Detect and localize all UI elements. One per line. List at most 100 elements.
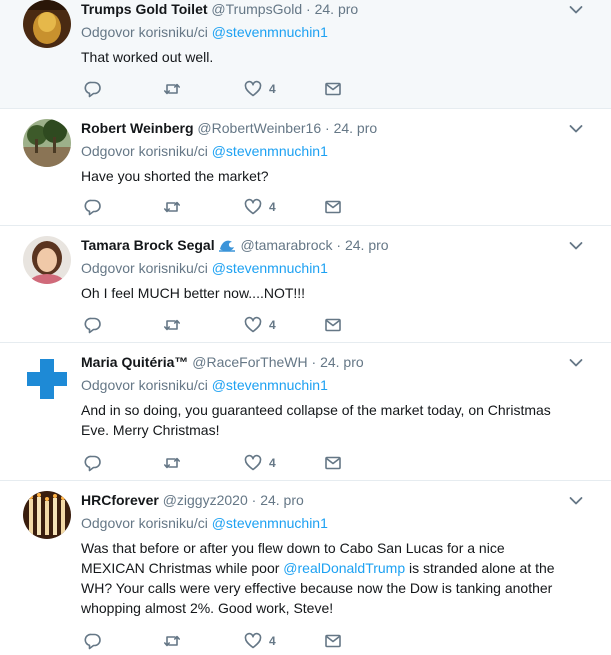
reply-icon bbox=[84, 317, 101, 334]
reply-prefix: Odgovor korisniku/ci bbox=[81, 143, 208, 159]
retweet-button[interactable] bbox=[163, 632, 181, 650]
direct-message-button[interactable] bbox=[324, 198, 342, 216]
reply-mention-link[interactable]: @stevenmnuchin1 bbox=[212, 260, 328, 276]
like-count: 4 bbox=[269, 200, 276, 214]
separator: · bbox=[311, 354, 317, 370]
tweet-card[interactable]: Maria Quitéria™ @RaceForTheWH · 24. pro … bbox=[0, 343, 611, 481]
reply-mention-link[interactable]: @stevenmnuchin1 bbox=[212, 377, 328, 393]
reply-mention-link[interactable]: @stevenmnuchin1 bbox=[212, 24, 328, 40]
tweet-date[interactable]: 24. pro bbox=[320, 354, 364, 370]
envelope-icon bbox=[325, 456, 341, 470]
retweet-button[interactable] bbox=[163, 198, 181, 216]
tweet-date[interactable]: 24. pro bbox=[334, 120, 378, 136]
avatar[interactable] bbox=[23, 0, 71, 48]
chevron-down-icon[interactable] bbox=[569, 241, 583, 251]
like-button[interactable]: 4 bbox=[244, 454, 276, 472]
like-count: 4 bbox=[269, 82, 276, 96]
heart-icon bbox=[244, 632, 262, 649]
avatar[interactable] bbox=[23, 119, 71, 167]
separator: · bbox=[251, 492, 257, 508]
tweet-actions: 4 bbox=[84, 316, 384, 334]
direct-message-button[interactable] bbox=[324, 632, 342, 650]
tweet-header: Robert Weinberg @RobertWeinber16 · 24. p… bbox=[81, 119, 571, 137]
tweet-header: HRCforever @ziggyz2020 · 24. pro bbox=[81, 491, 571, 509]
tweet-date[interactable]: 24. pro bbox=[315, 1, 359, 17]
heart-icon bbox=[244, 316, 262, 333]
chevron-down-icon[interactable] bbox=[569, 5, 583, 15]
author-handle[interactable]: @tamarabrock bbox=[240, 237, 332, 253]
author-name[interactable]: HRCforever bbox=[81, 492, 159, 508]
reply-icon bbox=[84, 633, 101, 650]
envelope-icon bbox=[325, 634, 341, 648]
heart-icon bbox=[244, 198, 262, 215]
avatar[interactable] bbox=[23, 355, 71, 403]
separator: · bbox=[325, 120, 330, 136]
mention-link[interactable]: @realDonaldTrump bbox=[283, 560, 405, 576]
like-button[interactable]: 4 bbox=[244, 198, 276, 216]
tweet-header: Tamara Brock Segal @tamarabrock · 24. pr… bbox=[81, 236, 571, 254]
reply-button[interactable] bbox=[84, 632, 102, 650]
separator: · bbox=[306, 1, 311, 17]
tweet-card[interactable]: Robert Weinberg @RobertWeinber16 · 24. p… bbox=[0, 109, 611, 226]
tweet-text: And in so doing, you guaranteed collapse… bbox=[81, 402, 551, 438]
direct-message-button[interactable] bbox=[324, 80, 342, 98]
reply-icon bbox=[84, 81, 101, 98]
reply-button[interactable] bbox=[84, 316, 102, 334]
direct-message-button[interactable] bbox=[324, 454, 342, 472]
like-count: 4 bbox=[269, 634, 276, 648]
retweet-button[interactable] bbox=[163, 454, 181, 472]
reply-context: Odgovor korisniku/ci @stevenmnuchin1 bbox=[81, 142, 571, 160]
retweet-icon bbox=[164, 83, 180, 95]
tweet-card[interactable]: Trumps Gold Toilet @TrumpsGold · 24. pro… bbox=[0, 0, 611, 109]
author-name[interactable]: Trumps Gold Toilet bbox=[81, 1, 208, 17]
author-name[interactable]: Robert Weinberg bbox=[81, 120, 194, 136]
author-name[interactable]: Maria Quitéria™ bbox=[81, 354, 188, 370]
author-handle[interactable]: @TrumpsGold bbox=[211, 1, 302, 17]
tweet-text: Have you shorted the market? bbox=[81, 168, 269, 184]
retweet-icon bbox=[164, 319, 180, 331]
tweet-date[interactable]: 24. pro bbox=[345, 237, 389, 253]
author-name[interactable]: Tamara Brock Segal bbox=[81, 237, 215, 253]
reply-prefix: Odgovor korisniku/ci bbox=[81, 260, 208, 276]
reply-context: Odgovor korisniku/ci @stevenmnuchin1 bbox=[81, 514, 571, 532]
tweet-actions: 4 bbox=[84, 632, 384, 650]
chevron-down-icon[interactable] bbox=[569, 358, 583, 368]
author-handle[interactable]: @RobertWeinber16 bbox=[197, 120, 321, 136]
retweet-icon bbox=[164, 201, 180, 213]
envelope-icon bbox=[325, 82, 341, 96]
chevron-down-icon[interactable] bbox=[569, 124, 583, 134]
heart-icon bbox=[244, 80, 262, 97]
heart-icon bbox=[244, 454, 262, 471]
tweet-card[interactable]: Tamara Brock Segal @tamarabrock · 24. pr… bbox=[0, 226, 611, 343]
tweet-text: Oh I feel MUCH better now....NOT!!! bbox=[81, 285, 306, 301]
author-handle[interactable]: @ziggyz2020 bbox=[163, 492, 248, 508]
reply-context: Odgovor korisniku/ci @stevenmnuchin1 bbox=[81, 376, 571, 394]
retweet-button[interactable] bbox=[163, 316, 181, 334]
like-button[interactable]: 4 bbox=[244, 80, 276, 98]
avatar[interactable] bbox=[23, 236, 71, 284]
tweet-header: Trumps Gold Toilet @TrumpsGold · 24. pro bbox=[81, 0, 571, 18]
direct-message-button[interactable] bbox=[324, 316, 342, 334]
reply-prefix: Odgovor korisniku/ci bbox=[81, 515, 208, 531]
chevron-down-icon[interactable] bbox=[569, 496, 583, 506]
like-count: 4 bbox=[269, 318, 276, 332]
like-button[interactable]: 4 bbox=[244, 316, 276, 334]
tweet-actions: 4 bbox=[84, 454, 384, 472]
reply-mention-link[interactable]: @stevenmnuchin1 bbox=[212, 143, 328, 159]
avatar[interactable] bbox=[23, 491, 71, 539]
reply-prefix: Odgovor korisniku/ci bbox=[81, 377, 208, 393]
reply-button[interactable] bbox=[84, 80, 102, 98]
like-count: 4 bbox=[269, 456, 276, 470]
author-handle[interactable]: @RaceForTheWH bbox=[192, 354, 307, 370]
like-button[interactable]: 4 bbox=[244, 632, 276, 650]
retweet-button[interactable] bbox=[163, 80, 181, 98]
reply-button[interactable] bbox=[84, 198, 102, 216]
reply-button[interactable] bbox=[84, 454, 102, 472]
reply-mention-link[interactable]: @stevenmnuchin1 bbox=[212, 515, 328, 531]
tweet-text: That worked out well. bbox=[81, 49, 214, 65]
reply-icon bbox=[84, 455, 101, 472]
tweet-card[interactable]: HRCforever @ziggyz2020 · 24. pro Odgovor… bbox=[0, 481, 611, 655]
tweet-header: Maria Quitéria™ @RaceForTheWH · 24. pro bbox=[81, 353, 571, 371]
reply-icon bbox=[84, 199, 101, 216]
tweet-date[interactable]: 24. pro bbox=[260, 492, 304, 508]
